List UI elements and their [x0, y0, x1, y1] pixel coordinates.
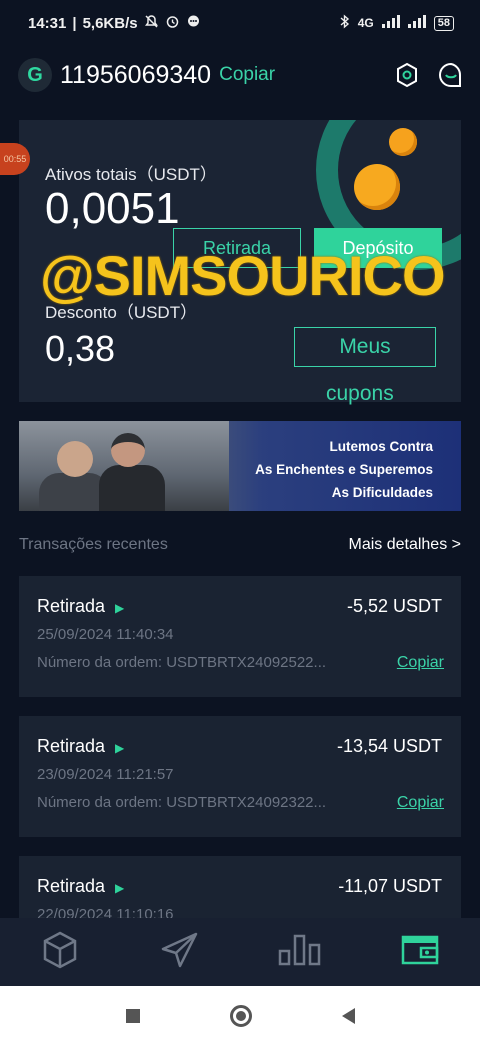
- alarm-icon: [165, 14, 180, 33]
- total-assets-value: 0,0051: [45, 184, 180, 233]
- banner-photo: [19, 421, 229, 511]
- transaction-date: 25/09/2024 11:40:34: [37, 626, 174, 643]
- transaction-date: 22/09/2024 11:10:16: [37, 906, 174, 918]
- bluetooth-icon: [340, 14, 350, 32]
- my-coupons-button[interactable]: Meus: [294, 327, 436, 367]
- paper-plane-icon: [160, 931, 200, 974]
- transaction-type-label: Retirada: [37, 596, 106, 616]
- status-right: 4G 58: [340, 14, 454, 32]
- copy-account-button[interactable]: Copiar: [219, 64, 275, 86]
- transaction-order-number: Número da ordem: USDTBRTX24092522...: [37, 654, 327, 671]
- transaction-amount: -5,52 USDT: [346, 596, 442, 616]
- support-smile-icon[interactable]: [438, 62, 464, 88]
- copy-order-button[interactable]: Copiar: [397, 794, 444, 812]
- transactions-header: Transações recentes Mais detalhes >: [19, 536, 461, 554]
- status-separator: |: [72, 14, 77, 32]
- status-speed: 5,6KB/s: [82, 14, 138, 32]
- status-time: 14:31: [28, 14, 67, 32]
- home-button[interactable]: [229, 1005, 252, 1027]
- coin-icon-large: [354, 164, 400, 210]
- transaction-card[interactable]: Retirada ▶ -11,07 USDT 22/09/2024 11:10:1…: [19, 856, 461, 918]
- header-icons: [394, 62, 464, 88]
- more-details-link[interactable]: Mais detalhes >: [348, 536, 461, 554]
- watermark-text: @SIMSOURICO: [40, 244, 446, 307]
- transaction-amount: -13,54 USDT: [336, 736, 442, 756]
- bar-chart-icon: [278, 934, 322, 971]
- transaction-date: 23/09/2024 11:21:57: [37, 766, 174, 783]
- banner-line-3: As Dificuldades: [331, 485, 433, 500]
- status-left: 14:31 | 5,6KB/s: [28, 14, 201, 33]
- battery-indicator: 58: [433, 15, 454, 31]
- transaction-type: Retirada ▶: [37, 736, 124, 757]
- play-arrow-icon: ▶: [115, 881, 125, 895]
- transactions-title: Transações recentes: [19, 536, 168, 553]
- play-arrow-icon: ▶: [115, 601, 125, 615]
- discount-value: 0,38: [45, 328, 116, 369]
- transaction-card[interactable]: Retirada ▶ -5,52 USDT 25/09/2024 11:40:34…: [19, 576, 461, 697]
- app-logo: G: [18, 58, 52, 92]
- nav-stats[interactable]: [270, 927, 330, 977]
- banner-person-head-2: [111, 433, 145, 467]
- transaction-type: Retirada ▶: [37, 876, 124, 897]
- transaction-type: Retirada ▶: [37, 596, 124, 617]
- network-type: 4G: [357, 16, 374, 30]
- nav-wallet[interactable]: [390, 927, 450, 977]
- signal-icon-2: [407, 15, 426, 31]
- banner-person-body-2: [99, 465, 165, 511]
- banner-person-head: [57, 441, 93, 477]
- chat-icon: [186, 14, 201, 33]
- bottom-navigation: [0, 918, 480, 986]
- recent-apps-button[interactable]: [125, 1009, 140, 1023]
- cube-icon: [41, 930, 79, 975]
- promo-banner[interactable]: Lutemos Contra As Enchentes e Superemos …: [19, 421, 461, 511]
- signal-icon: [381, 15, 400, 31]
- banner-line-2: As Enchentes e Superemos: [255, 462, 433, 477]
- transaction-amount: -11,07 USDT: [338, 876, 442, 896]
- my-coupons-label-line2[interactable]: cupons: [326, 382, 394, 406]
- transaction-type-label: Retirada: [37, 736, 106, 756]
- play-arrow-icon: ▶: [115, 741, 125, 755]
- back-button[interactable]: [341, 1008, 355, 1024]
- header: G 11956069340 Copiar: [18, 56, 464, 94]
- total-assets-label: Ativos totais（USDT）: [45, 165, 217, 184]
- shield-hex-icon[interactable]: [394, 62, 420, 88]
- android-navigation-bar: [0, 986, 480, 1046]
- banner-text: Lutemos Contra As Enchentes e Superemos …: [255, 435, 433, 504]
- account-number: 11956069340: [60, 60, 212, 89]
- copy-order-button[interactable]: Copiar: [397, 654, 444, 672]
- transaction-type-label: Retirada: [37, 876, 106, 896]
- coin-icon: [389, 128, 417, 156]
- wallet-icon: [401, 934, 439, 971]
- banner-line-1: Lutemos Contra: [329, 439, 433, 454]
- transaction-order-number: Número da ordem: USDTBRTX24092322...: [37, 794, 327, 811]
- nav-home[interactable]: [30, 927, 90, 977]
- mute-icon: [144, 14, 159, 33]
- status-bar: 14:31 | 5,6KB/s 4G 58: [0, 0, 480, 46]
- nav-send[interactable]: [150, 927, 210, 977]
- transaction-card[interactable]: Retirada ▶ -13,54 USDT 23/09/2024 11:21:5…: [19, 716, 461, 837]
